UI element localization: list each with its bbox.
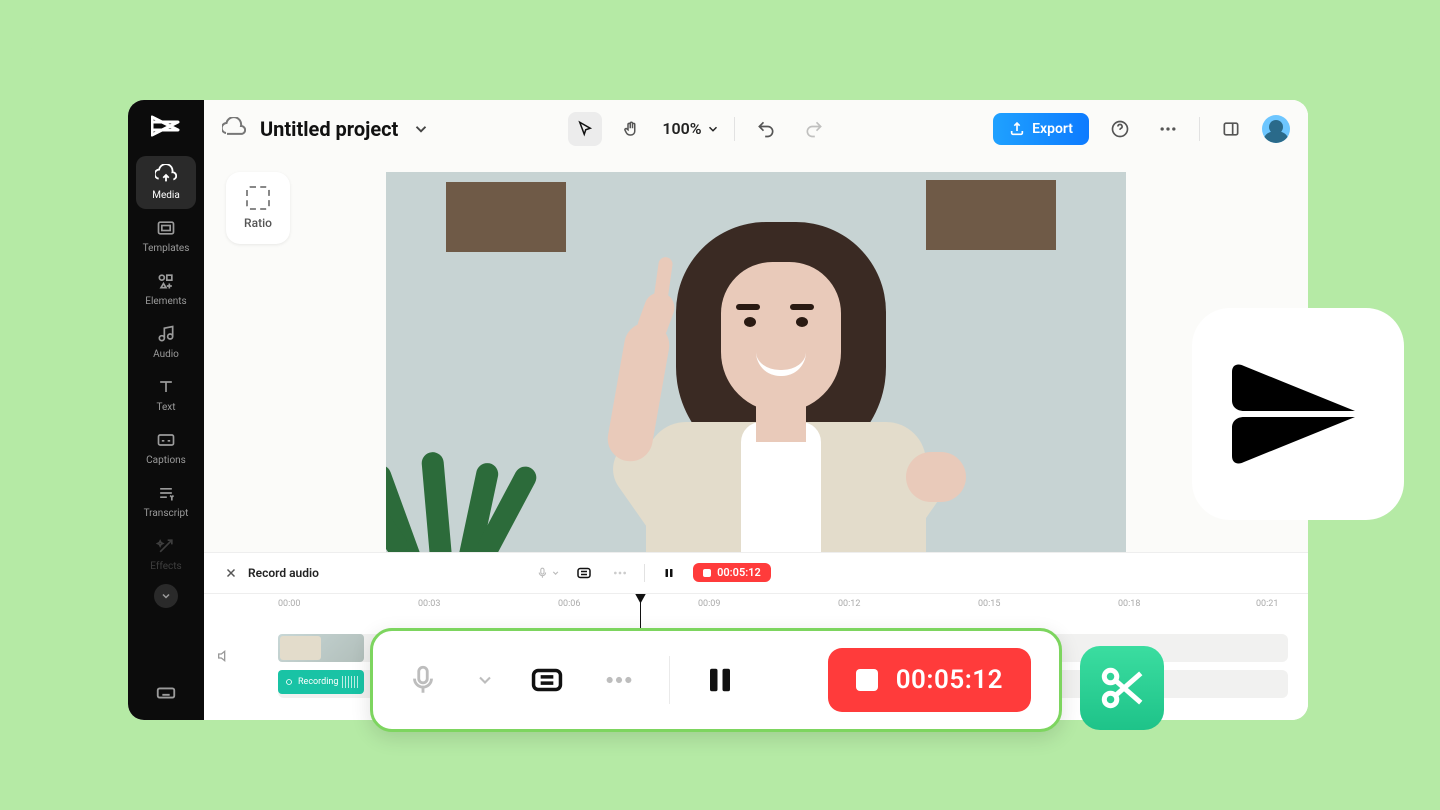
more-button-large[interactable] [597,658,641,702]
hand-tool-button[interactable] [614,112,648,146]
record-time-small: 00:05:12 [717,566,761,579]
sidebar: Media Templates Elements Audio Text [128,100,204,720]
close-record-button[interactable] [224,566,238,580]
mic-dropdown-button[interactable] [536,561,560,585]
sidebar-label: Text [156,402,175,413]
main-area: Untitled project 100% [204,100,1308,720]
capcut-logo-icon [1223,354,1373,474]
ruler-mark: 00:18 [1118,599,1140,609]
teleprompter-button[interactable] [572,561,596,585]
more-button[interactable] [1151,112,1185,146]
text-icon [155,376,177,398]
waveform [342,676,358,688]
user-avatar[interactable] [1262,115,1290,143]
video-clip[interactable] [278,634,364,662]
record-bar: Record audio 00:05:12 [204,552,1308,593]
cloud-sync-icon[interactable] [222,117,246,141]
topbar: Untitled project 100% [204,100,1308,158]
cloud-upload-icon [155,164,177,186]
audio-clip-label: Recording [298,677,338,687]
templates-icon [155,217,177,239]
sidebar-item-elements[interactable]: Elements [136,262,196,315]
divider [1199,117,1200,141]
sidebar-item-audio[interactable]: Audio [136,315,196,368]
ratio-icon [246,186,270,210]
record-dot-icon [284,677,294,687]
pause-button[interactable] [698,658,742,702]
panel-toggle-button[interactable] [1214,112,1248,146]
canvas-area: Ratio [204,158,1308,552]
transcript-icon [155,482,177,504]
sidebar-item-transcript[interactable]: Transcript [136,474,196,527]
record-badge[interactable]: 00:05:12 [693,563,771,582]
mic-button[interactable] [401,658,445,702]
zoom-value: 100% [662,119,701,138]
sidebar-label: Captions [146,455,186,466]
ratio-button[interactable]: Ratio [226,172,290,244]
elements-icon [155,270,177,292]
mic-chevron-button[interactable] [473,658,497,702]
ruler-mark: 00:15 [978,599,1000,609]
ruler-mark: 00:00 [278,599,300,609]
divider [669,656,670,704]
capcut-logo-tile [1192,308,1404,520]
sidebar-label: Media [152,190,180,201]
ruler-mark: 00:06 [558,599,580,609]
export-button[interactable]: Export [993,113,1089,145]
pause-button-small[interactable] [657,561,681,585]
zoom-dropdown[interactable]: 100% [662,119,719,138]
sidebar-expand-button[interactable] [154,584,178,608]
capcut-logo-icon [150,114,182,138]
speaker-icon[interactable] [216,648,232,664]
audio-clip[interactable]: Recording [278,670,364,694]
stop-recording-button[interactable]: 00:05:12 [828,648,1031,712]
ruler-mark: 00:09 [698,599,720,609]
cursor-tools [568,112,648,146]
recording-time: 00:05:12 [896,665,1003,695]
audio-icon [155,323,177,345]
sidebar-label: Templates [143,243,190,254]
sidebar-item-text[interactable]: Text [136,368,196,421]
record-more-button[interactable] [608,561,632,585]
divider [644,564,645,582]
select-tool-button[interactable] [568,112,602,146]
project-title[interactable]: Untitled project [260,117,398,141]
undo-button[interactable] [749,112,783,146]
ruler-mark: 00:21 [1256,599,1278,609]
stop-icon [856,669,878,691]
record-title: Record audio [248,566,319,580]
sidebar-label: Audio [153,349,179,360]
captions-icon [155,429,177,451]
ruler-mark: 00:03 [418,599,440,609]
project-menu-button[interactable] [412,120,430,138]
sidebar-item-captions[interactable]: Captions [136,421,196,474]
scissors-icon [1097,663,1147,713]
export-icon [1009,121,1025,137]
help-button[interactable] [1103,112,1137,146]
sidebar-label: Effects [150,561,181,572]
sidebar-item-effects[interactable]: Effects [136,527,196,580]
divider [734,117,735,141]
export-label: Export [1032,121,1073,137]
ruler-mark: 00:12 [838,599,860,609]
ratio-label: Ratio [244,216,272,230]
sidebar-label: Elements [145,296,186,307]
editor-window: Media Templates Elements Audio Text [128,100,1308,720]
sidebar-item-media[interactable]: Media [136,156,196,209]
stop-icon [703,569,711,577]
video-preview[interactable] [386,172,1126,552]
timeline-ruler[interactable]: 00:00 00:03 00:06 00:09 00:12 00:15 00:1… [204,594,1308,618]
redo-button[interactable] [797,112,831,146]
sidebar-item-templates[interactable]: Templates [136,209,196,262]
scissors-tile [1080,646,1164,730]
teleprompter-button-large[interactable] [525,658,569,702]
sidebar-label: Transcript [144,508,189,519]
effects-icon [155,535,177,557]
keyboard-icon[interactable] [155,682,177,704]
recording-controls-overlay: 00:05:12 [370,628,1062,732]
